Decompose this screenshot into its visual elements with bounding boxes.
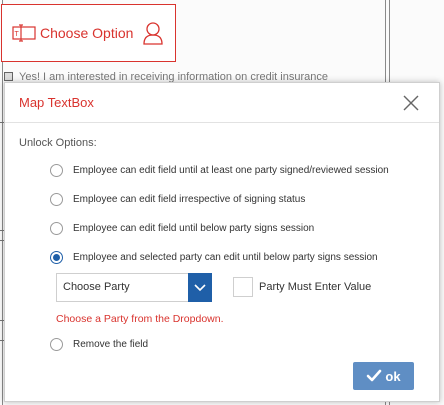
check-icon — [367, 369, 382, 382]
radio-button[interactable] — [50, 221, 63, 235]
ok-label: ok — [385, 368, 401, 384]
party-must-enter-value[interactable]: Party Must Enter Value — [233, 277, 371, 297]
unlock-option-4[interactable]: Employee and selected party can edit unt… — [50, 249, 378, 265]
unlock-option-label: Employee can edit field until at least o… — [73, 164, 389, 176]
svg-text:T: T — [15, 31, 20, 38]
unlock-option-label: Employee can edit field irrespective of … — [73, 193, 306, 205]
chevron-down-icon — [194, 283, 206, 291]
unlock-option-label: Employee and selected party can edit unt… — [73, 251, 378, 263]
dropdown-toggle[interactable] — [188, 273, 212, 302]
unlock-option-label: Employee can edit field until below part… — [73, 222, 315, 234]
close-button[interactable] — [401, 93, 421, 113]
unlock-options-heading: Unlock Options: — [19, 137, 97, 149]
dialog-header: Map TextBox — [5, 83, 439, 123]
unlock-option-3[interactable]: Employee can edit field until below part… — [50, 220, 314, 236]
textbox-icon: T — [12, 24, 36, 42]
radio-button[interactable] — [50, 163, 63, 177]
unlock-option-5[interactable]: Remove the field — [50, 336, 148, 352]
close-icon — [403, 95, 419, 111]
radio-button[interactable] — [50, 192, 63, 206]
choose-party-dropdown[interactable]: Choose Party — [56, 273, 212, 302]
validation-error: Choose a Party from the Dropdown. — [56, 313, 224, 325]
party-must-enter-label: Party Must Enter Value — [259, 281, 372, 293]
radio-button[interactable] — [50, 337, 63, 351]
unlock-option-1[interactable]: Employee can edit field until at least o… — [50, 162, 389, 178]
ok-button[interactable]: ok — [353, 362, 414, 390]
choose-option-label: Choose Option — [40, 25, 134, 41]
choose-option-field[interactable]: T Choose Option — [1, 4, 176, 62]
choose-party-value: Choose Party — [63, 281, 130, 293]
dialog-title: Map TextBox — [19, 95, 94, 110]
person-icon — [142, 21, 164, 45]
consent-checkbox — [4, 72, 13, 81]
unlock-option-label: Remove the field — [73, 338, 149, 350]
map-textbox-dialog: Map TextBox Unlock Options: Employee can… — [4, 82, 440, 402]
unlock-option-2[interactable]: Employee can edit field irrespective of … — [50, 191, 305, 207]
radio-button-selected[interactable] — [50, 250, 63, 264]
party-must-enter-checkbox[interactable] — [233, 277, 253, 297]
